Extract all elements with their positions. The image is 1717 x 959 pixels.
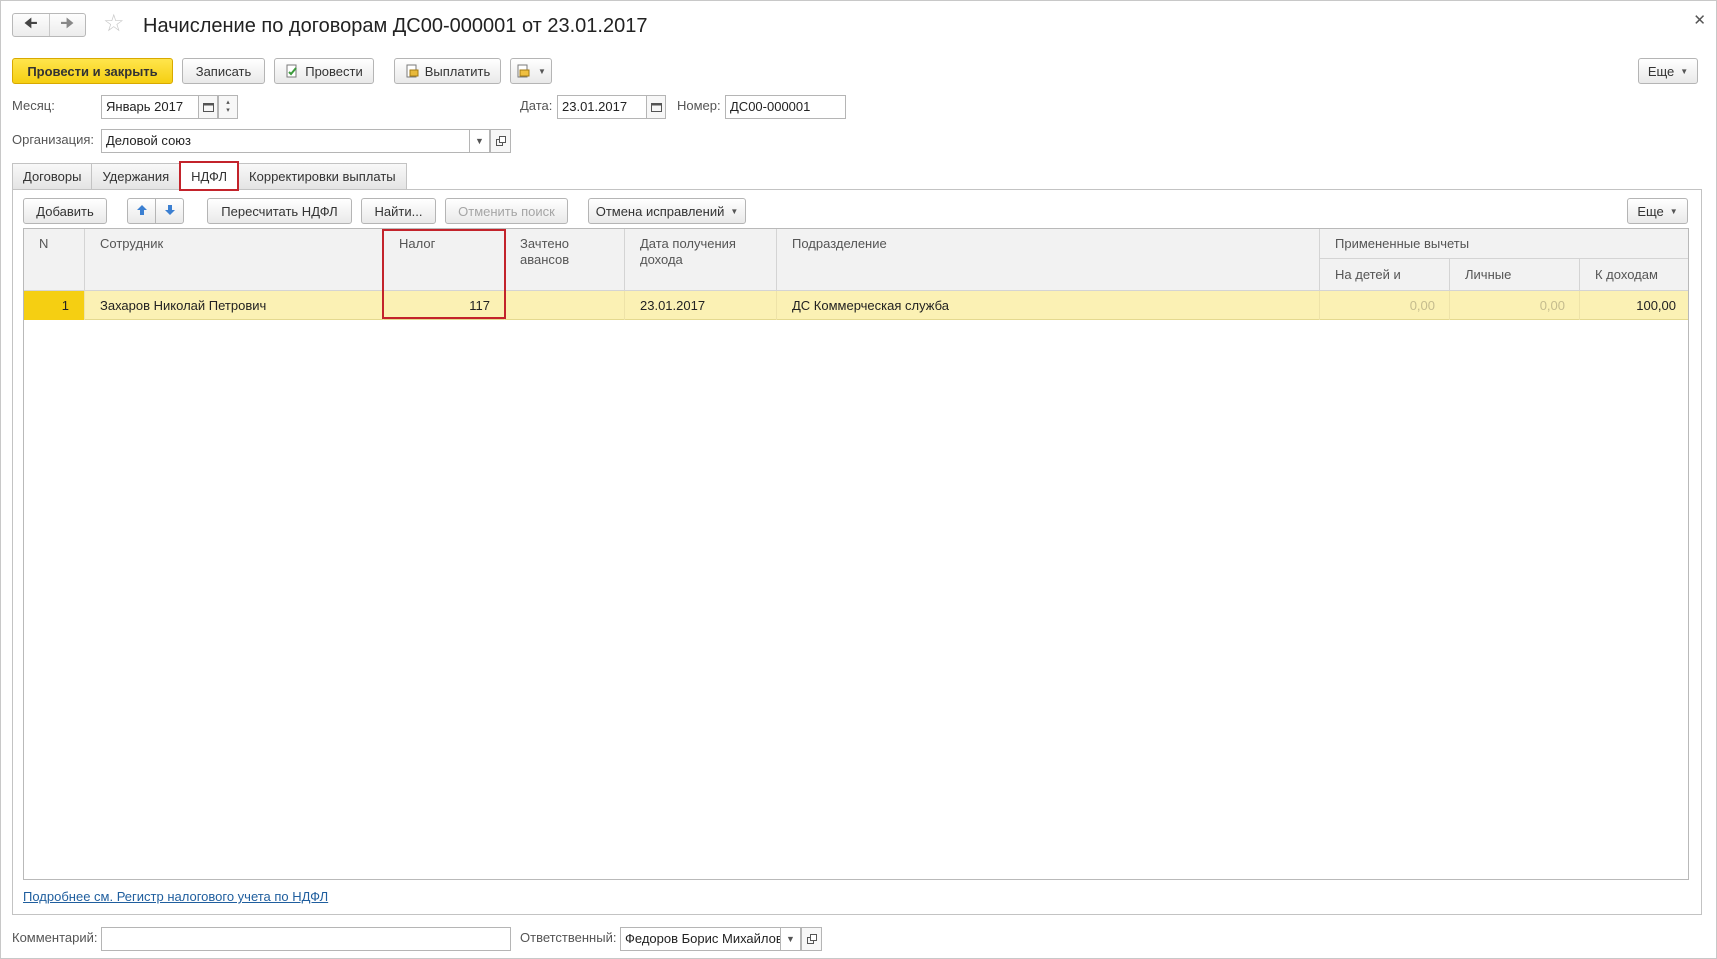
add-label: Добавить	[36, 203, 94, 219]
forward-arrow-icon[interactable]: 🠊	[48, 14, 86, 36]
navigation-buttons: 🠈 🠊	[12, 13, 86, 37]
more-button[interactable]: Еще ▼	[1638, 58, 1698, 84]
calendar-icon[interactable]	[646, 95, 666, 119]
column-header-children[interactable]: На детей и	[1320, 259, 1450, 291]
find-label: Найти...	[374, 203, 423, 219]
save-button[interactable]: Записать	[182, 58, 265, 84]
personal-deduction-cell[interactable]: 0,00	[1450, 291, 1580, 320]
column-group-deductions: Примененные вычеты	[1320, 229, 1688, 259]
table-more-label: Еще	[1637, 203, 1664, 219]
responsible-field[interactable]: Федоров Борис Михайлов	[620, 927, 781, 951]
title-bar: 🠈 🠊 ☆ Начисление по договорам ДС00-00000…	[1, 1, 1716, 49]
number-label: Номер:	[677, 98, 721, 113]
column-header-department[interactable]: Подразделение	[777, 229, 1320, 291]
column-header-n[interactable]: N	[24, 229, 85, 291]
post-document-icon	[285, 64, 299, 78]
cancel-search-button[interactable]: Отменить поиск	[445, 198, 568, 224]
dropdown-icon[interactable]: ▼	[780, 927, 801, 951]
arrow-down-icon	[164, 204, 176, 219]
calendar-icon[interactable]	[198, 95, 218, 119]
dropdown-icon[interactable]: ▼	[469, 129, 490, 153]
step-up-icon[interactable]: ▴	[226, 99, 230, 107]
tax-cell[interactable]: 117	[384, 291, 505, 320]
income-date-cell[interactable]: 23.01.2017	[625, 291, 777, 320]
tab-deductions[interactable]: Удержания	[91, 163, 181, 189]
number-field[interactable]: ДС00-000001	[725, 95, 846, 119]
comment-label: Комментарий:	[12, 930, 98, 945]
post-label: Провести	[305, 63, 363, 79]
responsible-label: Ответственный:	[520, 930, 617, 945]
cancel-corrections-label: Отмена исправлений	[595, 203, 725, 219]
column-header-personal[interactable]: Личные	[1450, 259, 1580, 291]
advances-cell[interactable]	[505, 291, 625, 320]
star-icon[interactable]: ☆	[103, 11, 125, 37]
column-header-employee[interactable]: Сотрудник	[85, 229, 384, 291]
organization-label: Организация:	[12, 132, 95, 147]
cancel-corrections-button[interactable]: Отмена исправлений ▼	[588, 198, 746, 224]
tab-contracts[interactable]: Договоры	[12, 163, 93, 189]
move-down-button[interactable]	[155, 198, 184, 224]
tab-bar: Договоры Удержания НДФЛ Корректировки вы…	[12, 161, 407, 191]
post-and-close-label: Провести и закрыть	[27, 63, 158, 79]
post-and-close-button[interactable]: Провести и закрыть	[12, 58, 173, 84]
post-button[interactable]: Провести	[274, 58, 374, 84]
ndfl-table[interactable]: N Сотрудник Налог Зачтено авансов Дата п…	[23, 228, 1689, 880]
step-down-icon[interactable]: ▾	[226, 107, 230, 115]
pay-document-icon	[405, 64, 419, 78]
income-deduction-cell[interactable]: 100,00	[1580, 291, 1688, 320]
open-icon[interactable]	[490, 129, 511, 153]
chevron-down-icon: ▼	[1669, 206, 1678, 216]
chevron-down-icon: ▼	[1680, 66, 1689, 76]
print-icon	[516, 64, 530, 78]
print-menu-button[interactable]: ▼	[510, 58, 552, 84]
date-field[interactable]: 23.01.2017	[557, 95, 647, 119]
chevron-down-icon: ▼	[730, 206, 739, 216]
find-button[interactable]: Найти...	[361, 198, 436, 224]
tax-register-link[interactable]: Подробнее см. Регистр налогового учета п…	[23, 889, 328, 904]
back-arrow-icon[interactable]: 🠈	[13, 14, 49, 36]
employee-cell[interactable]: Захаров Николай Петрович	[85, 291, 384, 320]
month-field[interactable]: Январь 2017	[101, 95, 199, 119]
page-title: Начисление по договорам ДС00-000001 от 2…	[143, 15, 648, 37]
pay-button[interactable]: Выплатить	[394, 58, 501, 84]
column-header-advances[interactable]: Зачтено авансов	[505, 229, 625, 291]
document-window: 🠈 🠊 ☆ Начисление по договорам ДС00-00000…	[0, 0, 1717, 959]
pay-label: Выплатить	[424, 63, 491, 79]
arrow-up-icon	[136, 204, 148, 219]
children-deduction-cell[interactable]: 0,00	[1320, 291, 1450, 320]
department-cell[interactable]: ДС Коммерческая служба	[777, 291, 1320, 320]
cancel-search-label: Отменить поиск	[458, 203, 555, 219]
tab-ndfl[interactable]: НДФЛ	[179, 161, 240, 191]
month-label: Месяц:	[12, 98, 55, 113]
table-more-button[interactable]: Еще ▼	[1627, 198, 1688, 224]
more-label: Еще	[1647, 63, 1675, 79]
close-icon[interactable]: ✕	[1693, 11, 1706, 29]
comment-field[interactable]	[101, 927, 511, 951]
open-icon[interactable]	[801, 927, 822, 951]
chevron-down-icon: ▼	[538, 66, 546, 76]
tab-payment-corrections[interactable]: Корректировки выплаты	[238, 163, 407, 189]
table-row[interactable]: 1 Захаров Николай Петрович 117 23.01.201…	[24, 291, 1688, 320]
organization-field[interactable]: Деловой союз	[101, 129, 470, 153]
recalculate-label: Пересчитать НДФЛ	[221, 203, 338, 219]
save-label: Записать	[195, 63, 252, 79]
recalculate-ndfl-button[interactable]: Пересчитать НДФЛ	[207, 198, 352, 224]
column-header-income[interactable]: К доходам	[1580, 259, 1688, 291]
move-up-button[interactable]	[127, 198, 156, 224]
date-label: Дата:	[520, 98, 553, 113]
add-button[interactable]: Добавить	[23, 198, 107, 224]
column-header-income-date[interactable]: Дата получения дохода	[625, 229, 777, 291]
month-stepper[interactable]: ▴ ▾	[218, 95, 238, 119]
column-header-tax[interactable]: Налог	[384, 229, 505, 291]
row-number: 1	[24, 291, 85, 320]
